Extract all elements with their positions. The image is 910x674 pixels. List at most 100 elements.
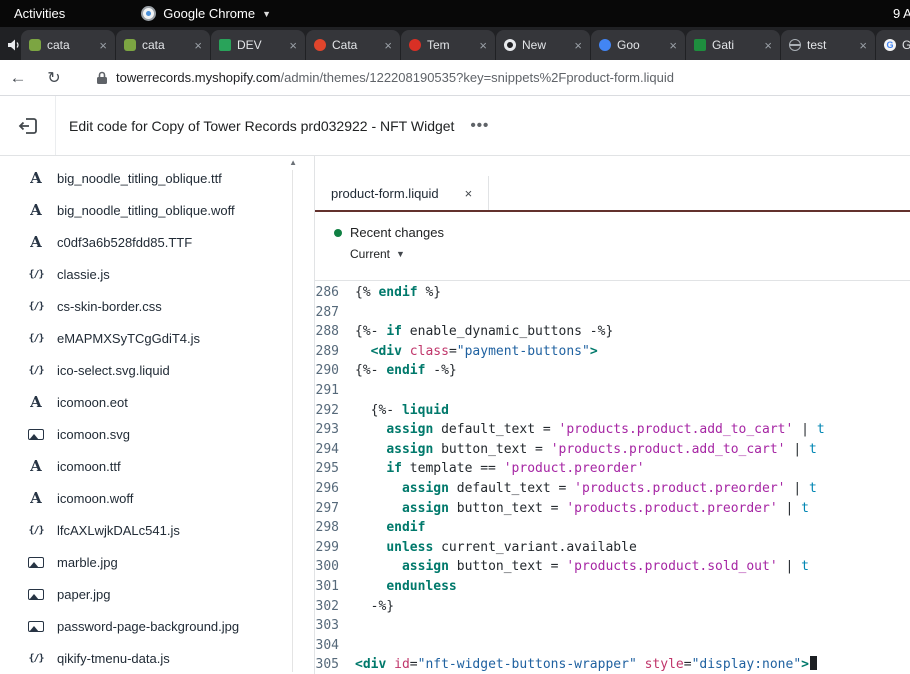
browser-tab-title: Goo xyxy=(617,38,663,52)
browser-tab-title: DEV xyxy=(237,38,283,52)
code-line[interactable]: 304 xyxy=(315,636,910,656)
code-line[interactable]: 287 xyxy=(315,303,910,323)
file-item[interactable]: password-page-background.jpg xyxy=(0,610,314,642)
tab-close-icon[interactable]: × xyxy=(479,39,487,52)
active-app-menu[interactable]: Google Chrome ▼ xyxy=(141,6,271,21)
browser-tab[interactable]: G× xyxy=(876,30,910,60)
code-line[interactable]: 288{%- if enable_dynamic_buttons -%} xyxy=(315,322,910,342)
file-item[interactable]: {/}eMAPMXSyTCgGdiT4.js xyxy=(0,322,314,354)
tab-audio-speaker-icon[interactable] xyxy=(8,30,21,60)
line-number: 302 xyxy=(315,597,349,617)
more-actions-icon[interactable]: ••• xyxy=(470,117,489,134)
editor-file-tab[interactable]: product-form.liquid × xyxy=(315,176,489,210)
code-line-text: -%} xyxy=(355,597,394,617)
file-item[interactable]: Abig_noodle_titling_oblique.ttf xyxy=(0,162,314,194)
tab-close-icon[interactable]: × xyxy=(465,186,473,201)
file-item[interactable]: {/}classie.js xyxy=(0,258,314,290)
browser-tab-title: Cata xyxy=(332,38,378,52)
clock[interactable]: 9 A xyxy=(893,6,910,21)
browser-tab-title: Gati xyxy=(712,38,758,52)
file-name: c0df3a6b528fdd85.TTF xyxy=(57,235,192,250)
address-bar[interactable]: towerrecords.myshopify.com/admin/themes/… xyxy=(116,70,674,85)
code-line[interactable]: 297 assign button_text = 'products.produ… xyxy=(315,499,910,519)
page-title: Edit code for Copy of Tower Records prd0… xyxy=(69,118,454,134)
tab-close-icon[interactable]: × xyxy=(194,39,202,52)
code-line[interactable]: 302 -%} xyxy=(315,597,910,617)
tab-close-icon[interactable]: × xyxy=(669,39,677,52)
browser-tab[interactable]: Gati × xyxy=(686,30,780,60)
dev-favicon-icon xyxy=(219,39,231,51)
code-line[interactable]: 305<div id="nft-widget-buttons-wrapper" … xyxy=(315,655,910,674)
tab-close-icon[interactable]: × xyxy=(859,39,867,52)
code-line[interactable]: 291 xyxy=(315,381,910,401)
browser-tab[interactable]: Tem × xyxy=(401,30,495,60)
line-number: 288 xyxy=(315,322,349,342)
browser-tabs-container: cata×cata×DEV×Cata×Tem×New×Goo×Gati×test… xyxy=(21,30,910,60)
file-item[interactable]: {/} lfcAXLwjkDALc541.js xyxy=(0,514,314,546)
file-item[interactable]: {/}cs-skin-border.css xyxy=(0,290,314,322)
code-line[interactable]: 293 assign default_text = 'products.prod… xyxy=(315,420,910,440)
image-file-icon xyxy=(28,429,44,440)
file-sidebar: Abig_noodle_titling_oblique.ttfAbig_nood… xyxy=(0,156,315,674)
version-dropdown[interactable]: Current ▼ xyxy=(350,247,910,261)
file-item[interactable]: Aicomoon.ttf xyxy=(0,450,314,482)
browser-tab[interactable]: cata× xyxy=(21,30,115,60)
browser-tab-title: Tem xyxy=(427,38,473,52)
code-file-icon: {/} xyxy=(28,525,44,536)
file-item[interactable]: Aicomoon.eot xyxy=(0,386,314,418)
file-name: icomoon.svg xyxy=(57,427,130,442)
sidebar-scrollbar[interactable] xyxy=(292,170,293,672)
code-file-icon: {/} xyxy=(28,333,44,344)
code-line[interactable]: 294 assign button_text = 'products.produ… xyxy=(315,440,910,460)
font-file-icon: A xyxy=(28,203,44,218)
browser-tab[interactable]: test× xyxy=(781,30,875,60)
url-path: /admin/themes/122208190535?key=snippets%… xyxy=(280,70,674,85)
tab-close-icon[interactable]: × xyxy=(99,39,107,52)
browser-tab[interactable]: DEV × xyxy=(211,30,305,60)
code-line[interactable]: 300 assign button_text = 'products.produ… xyxy=(315,557,910,577)
tab-close-icon[interactable]: × xyxy=(574,39,582,52)
file-name: classie.js xyxy=(57,267,110,282)
line-number: 295 xyxy=(315,459,349,479)
reload-icon[interactable]: ↻ xyxy=(36,68,72,88)
file-item[interactable]: paper.jpg xyxy=(0,578,314,610)
green-favicon-icon xyxy=(694,39,706,51)
code-line[interactable]: 296 assign default_text = 'products.prod… xyxy=(315,479,910,499)
tab-close-icon[interactable]: × xyxy=(384,39,392,52)
code-line[interactable]: 286{% endif %} xyxy=(315,283,910,303)
browser-tab[interactable]: Goo × xyxy=(591,30,685,60)
system-top-bar: Activities Google Chrome ▼ 9 A xyxy=(0,0,910,27)
code-line-text: assign button_text = 'products.product.a… xyxy=(355,440,817,460)
file-item[interactable]: icomoon.svg xyxy=(0,418,314,450)
activities-button[interactable]: Activities xyxy=(0,6,79,21)
line-number: 304 xyxy=(315,636,349,656)
scrollbar-up-icon[interactable]: ▲ xyxy=(289,158,297,167)
code-lines[interactable]: 286{% endif %}287288{%- if enable_dynami… xyxy=(315,281,910,674)
code-line[interactable]: 301 endunless xyxy=(315,577,910,597)
file-item[interactable]: Abig_noodle_titling_oblique.woff xyxy=(0,194,314,226)
code-line[interactable]: 290{%- endif -%} xyxy=(315,361,910,381)
exit-code-editor-button[interactable] xyxy=(0,96,56,155)
file-name: icomoon.eot xyxy=(57,395,128,410)
file-item[interactable]: marble.jpg xyxy=(0,546,314,578)
code-line[interactable]: 292 {%- liquid xyxy=(315,401,910,421)
tab-close-icon[interactable]: × xyxy=(289,39,297,52)
code-line[interactable]: 289 <div class="payment-buttons"> xyxy=(315,342,910,362)
file-name: lfcAXLwjkDALc541.js xyxy=(57,523,180,538)
code-line[interactable]: 295 if template == 'product.preorder' xyxy=(315,459,910,479)
line-number: 293 xyxy=(315,420,349,440)
back-icon[interactable]: ← xyxy=(0,68,36,88)
code-line[interactable]: 303 xyxy=(315,616,910,636)
file-item[interactable]: {/}qikify-tmenu-data.js xyxy=(0,642,314,674)
file-item[interactable]: {/}ico-select.svg.liquid xyxy=(0,354,314,386)
lock-icon[interactable] xyxy=(96,71,108,85)
file-item[interactable]: Aicomoon.woff xyxy=(0,482,314,514)
browser-tab[interactable]: Cata × xyxy=(306,30,400,60)
file-item[interactable]: Ac0df3a6b528fdd85.TTF xyxy=(0,226,314,258)
browser-tab[interactable]: cata× xyxy=(116,30,210,60)
code-line[interactable]: 298 endif xyxy=(315,518,910,538)
code-line[interactable]: 299 unless current_variant.available xyxy=(315,538,910,558)
browser-tab[interactable]: New× xyxy=(496,30,590,60)
tab-close-icon[interactable]: × xyxy=(764,39,772,52)
code-line-text: assign button_text = 'products.product.s… xyxy=(355,557,809,577)
